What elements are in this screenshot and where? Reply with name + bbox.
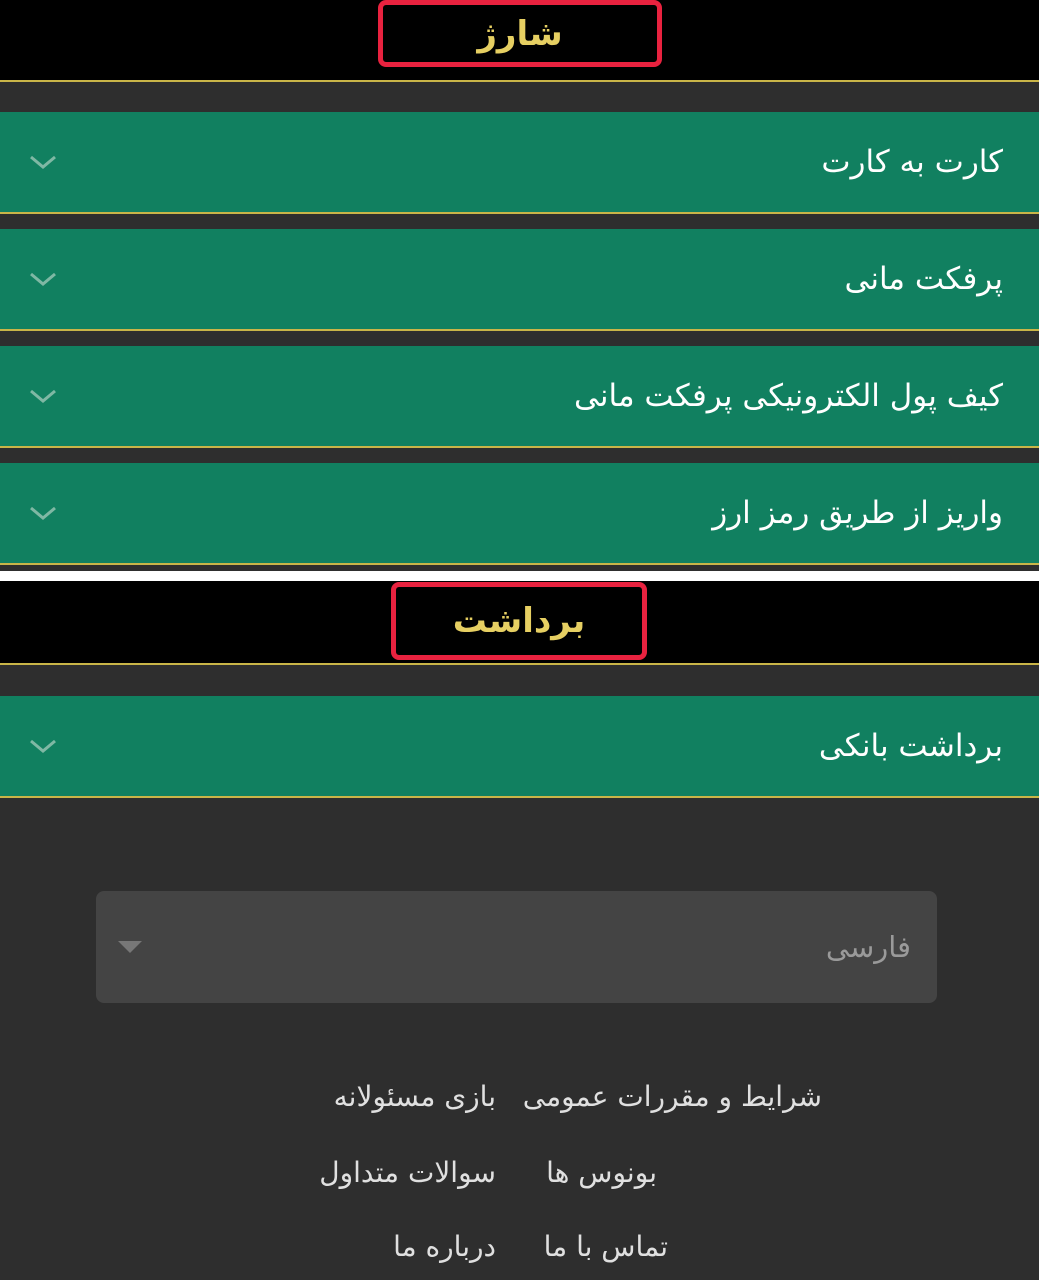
accordion-item-crypto-deposit[interactable]: واریز از طریق رمز ارز bbox=[0, 463, 1039, 565]
withdraw-section-header: برداشت bbox=[0, 581, 1039, 665]
section-divider bbox=[0, 571, 1039, 581]
accordion-label: پرفکت مانی bbox=[844, 261, 1003, 297]
deposit-title-highlight: شارژ bbox=[378, 0, 662, 67]
withdraw-title: برداشت bbox=[452, 601, 586, 641]
deposit-title: شارژ bbox=[477, 13, 563, 54]
accordion-label: کارت به کارت bbox=[821, 144, 1003, 180]
chevron-down-icon bbox=[30, 739, 56, 753]
language-select[interactable]: فارسی bbox=[96, 891, 937, 1003]
accordion-label: برداشت بانکی bbox=[818, 728, 1003, 764]
footer-link-terms[interactable]: شرایط و مقررات عمومی bbox=[523, 1080, 822, 1113]
chevron-down-icon bbox=[30, 389, 56, 403]
footer-link-responsible-gaming[interactable]: بازی مسئولانه bbox=[334, 1080, 496, 1113]
accordion-item-bank-withdraw[interactable]: برداشت بانکی bbox=[0, 696, 1039, 798]
footer-link-faq[interactable]: سوالات متداول bbox=[319, 1156, 496, 1189]
chevron-down-icon bbox=[30, 155, 56, 169]
footer-link-contact[interactable]: تماس با ما bbox=[544, 1230, 668, 1263]
accordion-item-perfect-money[interactable]: پرفکت مانی bbox=[0, 229, 1039, 331]
accordion-label: کیف پول الکترونیکی پرفکت مانی bbox=[574, 378, 1003, 414]
accordion-item-card-to-card[interactable]: کارت به کارت bbox=[0, 112, 1039, 214]
deposit-section-header: شارژ bbox=[0, 0, 1039, 82]
caret-down-icon bbox=[118, 941, 142, 953]
footer-link-about[interactable]: درباره ما bbox=[393, 1230, 496, 1263]
accordion-label: واریز از طریق رمز ارز bbox=[712, 495, 1003, 531]
language-selected-value: فارسی bbox=[825, 930, 911, 964]
chevron-down-icon bbox=[30, 506, 56, 520]
accordion-item-perfect-money-wallet[interactable]: کیف پول الکترونیکی پرفکت مانی bbox=[0, 346, 1039, 448]
withdraw-title-highlight: برداشت bbox=[391, 582, 647, 660]
chevron-down-icon bbox=[30, 272, 56, 286]
footer-link-bonuses[interactable]: بونوس ها bbox=[546, 1156, 657, 1189]
